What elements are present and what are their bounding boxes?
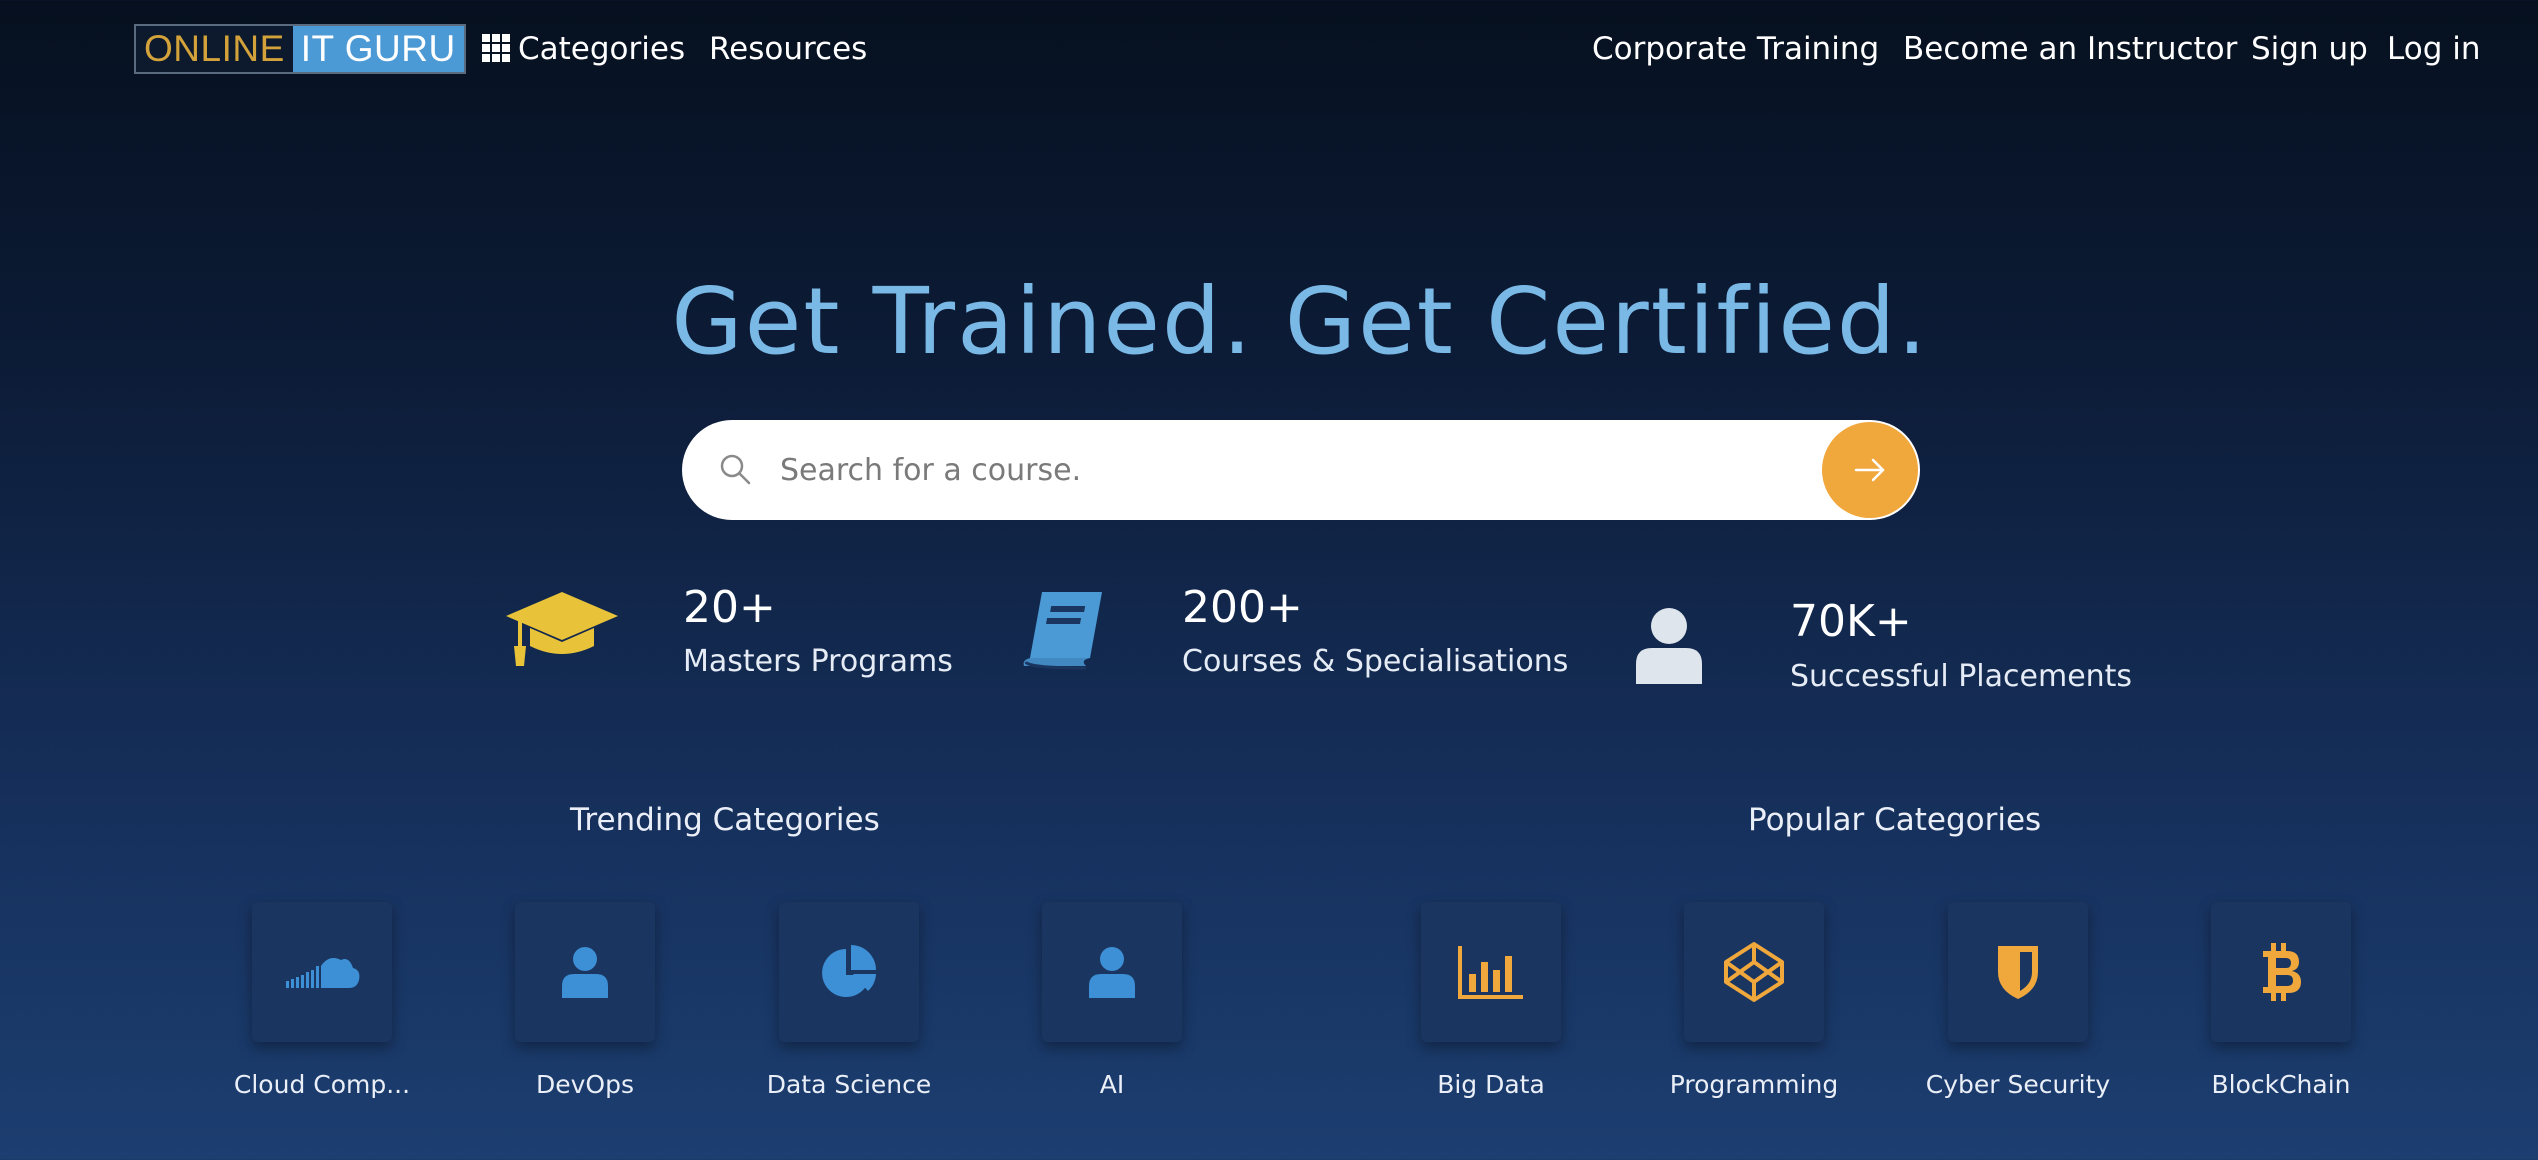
category-card-blockchain[interactable] (2211, 902, 2351, 1042)
shield-icon (1998, 946, 2038, 999)
search-icon (720, 454, 751, 485)
search-submit-button[interactable] (1822, 422, 1918, 518)
category-label-cyber-security: Cyber Security (1925, 1070, 2111, 1099)
user-icon (1636, 608, 1702, 684)
nav-sign-up[interactable]: Sign up (2251, 28, 2368, 70)
nav-categories-label: Categories (518, 31, 686, 67)
hero-title: Get Trained. Get Certified. (671, 268, 1929, 375)
stat-courses-label: Courses & Specialisations (1182, 644, 1569, 679)
category-card-devops[interactable] (515, 902, 655, 1042)
arrow-right-icon (1854, 458, 1885, 482)
category-card-data-science[interactable] (779, 902, 919, 1042)
stat-masters-value: 20+ (683, 582, 776, 633)
stat-placements-label: Successful Placements (1790, 659, 2133, 694)
category-card-big-data[interactable] (1421, 902, 1561, 1042)
nav-categories[interactable]: Categories (482, 28, 685, 70)
user-icon (1089, 947, 1135, 998)
search-bar (682, 420, 1920, 520)
logo-text-online: ONLINE (136, 26, 293, 72)
book-icon (1023, 592, 1102, 670)
user-icon (562, 947, 608, 998)
category-card-programming[interactable] (1684, 902, 1824, 1042)
codepen-icon (1724, 942, 1784, 1002)
logo-text-itguru: IT GURU (292, 26, 464, 72)
trending-categories-heading: Trending Categories (570, 802, 880, 838)
nav-log-in[interactable]: Log in (2387, 28, 2480, 70)
bar-chart-icon (1458, 946, 1523, 999)
stat-masters-label: Masters Programs (683, 644, 953, 679)
popular-categories-heading: Popular Categories (1748, 802, 2042, 838)
category-card-cyber-security[interactable] (1948, 902, 2088, 1042)
nav-become-instructor[interactable]: Become an Instructor (1903, 28, 2237, 70)
category-label-cloud-computing: Cloud Comp... (233, 1070, 411, 1099)
graduation-cap-icon (506, 592, 618, 666)
category-label-ai: AI (1099, 1070, 1125, 1099)
category-label-big-data: Big Data (1437, 1070, 1545, 1099)
nav-resources[interactable]: Resources (709, 28, 867, 70)
site-logo[interactable]: ONLINE IT GURU (134, 24, 466, 74)
pie-chart-icon (822, 945, 876, 997)
nav-corporate-training[interactable]: Corporate Training (1592, 28, 1879, 70)
search-input[interactable] (780, 440, 1680, 500)
category-label-programming: Programming (1669, 1070, 1839, 1099)
cloud-icon (286, 958, 360, 988)
category-card-ai[interactable] (1042, 902, 1182, 1042)
stat-courses-value: 200+ (1182, 582, 1303, 633)
stat-placements-value: 70K+ (1790, 596, 1912, 647)
category-label-devops: DevOps (536, 1070, 634, 1099)
category-label-blockchain: BlockChain (2211, 1070, 2351, 1099)
bitcoin-icon (2263, 943, 2301, 1001)
category-card-cloud-computing[interactable] (252, 902, 392, 1042)
category-label-data-science: Data Science (766, 1070, 932, 1099)
grid-icon (482, 34, 510, 62)
